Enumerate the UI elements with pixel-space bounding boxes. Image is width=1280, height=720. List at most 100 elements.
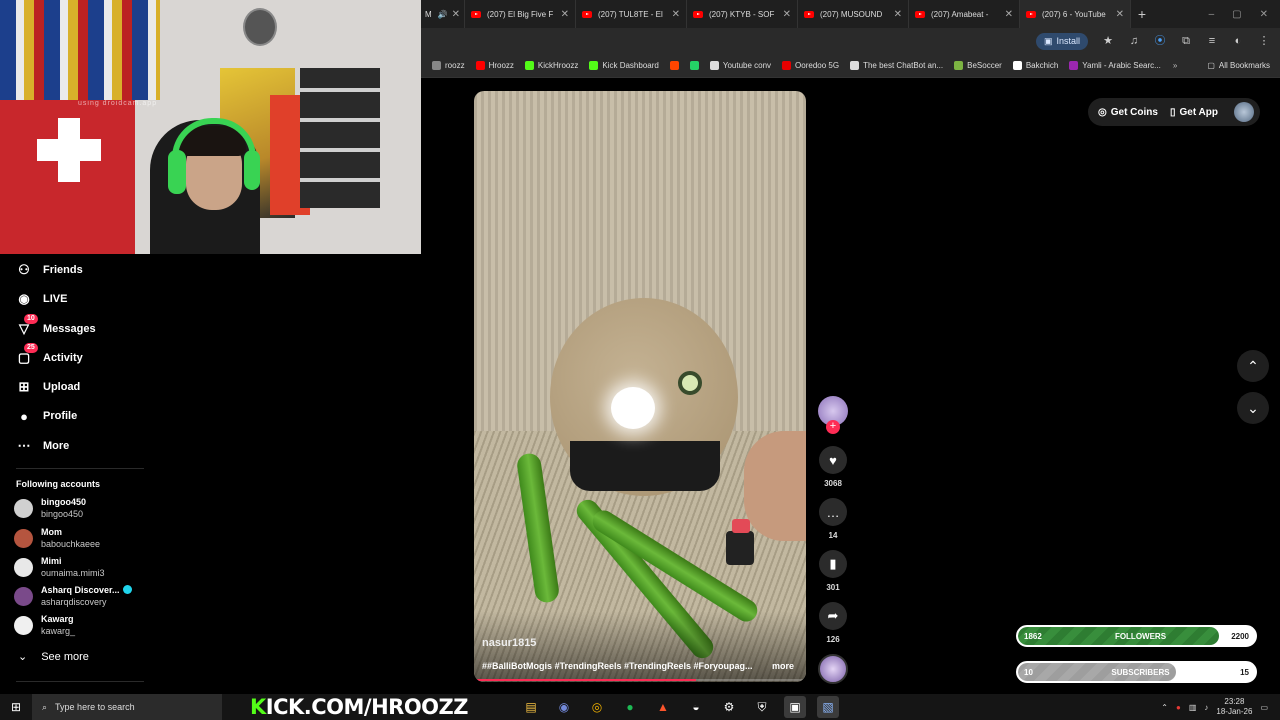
minimize-icon[interactable]: –	[1209, 9, 1215, 20]
bookmark-item[interactable]: roozz	[432, 61, 465, 70]
share-icon[interactable]: ➦	[819, 602, 847, 630]
settings-icon[interactable]: ⚙	[718, 696, 740, 718]
file-explorer-icon[interactable]: ▤	[520, 696, 542, 718]
profile-avatar-icon[interactable]: ◐	[1232, 35, 1244, 47]
brave-icon[interactable]: ▲	[652, 696, 674, 718]
youtube-icon	[582, 10, 592, 18]
bookmark-item[interactable]: Kick Dashboard	[589, 61, 659, 70]
music-extension-icon[interactable]: ♫	[1128, 35, 1140, 47]
close-tab-icon[interactable]: ✕	[783, 9, 791, 20]
network-icon[interactable]: ▥	[1189, 703, 1197, 712]
browser-tab[interactable]: (207) Amabeat - ✕	[909, 0, 1020, 28]
previous-video-button[interactable]: ⌃	[1237, 350, 1269, 382]
spotify-icon[interactable]: ●	[619, 696, 641, 718]
discord-icon[interactable]: ◉	[553, 696, 575, 718]
music-disc-icon[interactable]	[818, 654, 848, 684]
bookmark-item[interactable]	[669, 61, 679, 70]
droidcam-icon[interactable]: ▣	[784, 696, 806, 718]
sidebar-item-activity[interactable]: ▢ 25 Activity	[16, 343, 83, 366]
extensions-icon[interactable]: ⧉	[1180, 35, 1192, 47]
follow-plus-button[interactable]: +	[826, 420, 840, 434]
system-clock[interactable]: 23:28 18-Jan-26	[1216, 697, 1252, 717]
bookmark-item[interactable]: Ooredoo 5G	[782, 61, 839, 70]
close-window-icon[interactable]: ✕	[1260, 9, 1268, 20]
account-name: Mom	[41, 527, 100, 538]
bookmark-label: Bakchich	[1025, 61, 1059, 70]
bookmark-item[interactable]: KickHroozz	[524, 61, 578, 70]
install-app-button[interactable]: ▣ Install	[1035, 32, 1088, 50]
close-tab-icon[interactable]: ✕	[452, 9, 460, 20]
bookmark-favicon-icon	[475, 61, 485, 70]
comment-icon[interactable]: …	[819, 498, 847, 526]
tray-app-icon[interactable]: ●	[1176, 703, 1181, 712]
bookmark-label: The best ChatBot an...	[863, 61, 944, 70]
video-progress-bar[interactable]	[474, 679, 806, 681]
sidebar-item-label: LIVE	[43, 293, 68, 305]
bookmark-item[interactable]	[689, 61, 699, 70]
browser-tab[interactable]: (207) MUSOUND ✕	[798, 0, 909, 28]
following-account[interactable]: bingoo450 bingoo450	[14, 497, 86, 520]
bookmark-item[interactable]: Yamli - Arabic Searc...	[1069, 61, 1161, 70]
browser-tab[interactable]: (207) 6 - YouTube ✕	[1020, 0, 1131, 28]
bookmark-item[interactable]: Youtube conv	[709, 61, 771, 70]
start-button[interactable]: ⊞	[0, 694, 32, 720]
sidebar-item-live[interactable]: ◉ LIVE	[16, 291, 67, 307]
chevron-down-icon: ⌄	[1247, 399, 1259, 416]
volume-icon[interactable]: ♪	[1204, 703, 1208, 712]
app-icon[interactable]: ▧	[817, 696, 839, 718]
bookmarks-overflow-icon[interactable]: »	[1173, 61, 1177, 70]
see-more-button[interactable]: ⌄ See more	[18, 650, 89, 664]
bookmark-item[interactable]: Bakchich	[1012, 61, 1059, 70]
sidebar-item-messages[interactable]: ▽ 10 Messages	[16, 314, 96, 337]
next-video-button[interactable]: ⌄	[1237, 392, 1269, 424]
following-account[interactable]: Asharq Discover... asharqdiscovery	[14, 585, 132, 608]
following-account[interactable]: Kawarg kawarg_	[14, 614, 75, 637]
bookmark-icon[interactable]: ▮	[819, 550, 847, 578]
caption-more-button[interactable]: more	[772, 661, 794, 671]
bookmark-item[interactable]: Hroozz	[475, 61, 514, 70]
following-account[interactable]: Mimi oumaima.mimi3	[14, 556, 105, 579]
sidebar-item-label: Upload	[43, 381, 81, 393]
chrome-icon[interactable]: ◎	[586, 696, 608, 718]
sidebar-item-profile[interactable]: ● Profile	[16, 408, 77, 424]
close-tab-icon[interactable]: ✕	[894, 9, 902, 20]
video-player[interactable]: nasur1815 ##BalliBotMogis #TrendingReels…	[474, 91, 806, 682]
followers-goal-bar: 1862 FOLLOWERS 2200	[1016, 625, 1257, 647]
comment-action[interactable]: … 14	[818, 498, 848, 540]
tray-chevron-icon[interactable]: ⌃	[1161, 703, 1168, 712]
like-action[interactable]: ♥ 3068	[818, 446, 848, 488]
browser-tab[interactable]: (207) El Big Five F ✕	[465, 0, 576, 28]
user-avatar[interactable]	[1234, 102, 1254, 122]
bookmark-item[interactable]: BeSoccer	[954, 61, 1002, 70]
audio-icon[interactable]: 🔊	[438, 10, 448, 19]
sidebar-item-friends[interactable]: ⚇ Friends	[16, 262, 83, 278]
browser-menu-icon[interactable]: ⋮	[1258, 35, 1270, 47]
share-action[interactable]: ➦ 126	[818, 602, 848, 644]
all-bookmarks-button[interactable]: ▢ All Bookmarks	[1207, 61, 1270, 70]
close-tab-icon[interactable]: ✕	[672, 9, 680, 20]
sidebar-item-upload[interactable]: ⊞ Upload	[16, 379, 81, 395]
audio-extension-icon[interactable]: ⦿	[1154, 35, 1166, 47]
restore-icon[interactable]: ▢	[1232, 9, 1241, 20]
new-tab-button[interactable]: +	[1131, 6, 1153, 22]
security-icon[interactable]: ⛨	[751, 696, 773, 718]
following-account[interactable]: Mom babouchkaeee	[14, 527, 100, 550]
get-coins-button[interactable]: ◎ Get Coins	[1098, 107, 1158, 118]
get-app-button[interactable]: ▯ Get App	[1170, 107, 1218, 118]
bookmark-star-icon[interactable]: ★	[1102, 35, 1114, 47]
taskbar-search[interactable]: ⌕ Type here to search	[32, 694, 222, 720]
save-action[interactable]: ▮ 301	[818, 550, 848, 592]
video-author[interactable]: nasur1815	[482, 637, 536, 649]
sidebar-item-more[interactable]: ⋯ More	[16, 438, 70, 454]
notifications-icon[interactable]: ▭	[1260, 703, 1268, 712]
close-tab-icon[interactable]: ✕	[1116, 9, 1124, 20]
obs-icon[interactable]: ◒	[685, 696, 707, 718]
browser-tab[interactable]: (207) KTYB - SOF ✕	[687, 0, 798, 28]
close-tab-icon[interactable]: ✕	[561, 9, 569, 20]
heart-icon[interactable]: ♥	[819, 446, 847, 474]
playlist-icon[interactable]: ≡	[1206, 35, 1218, 47]
close-tab-icon[interactable]: ✕	[1005, 9, 1013, 20]
browser-tab[interactable]: (207) TUL8TE - El ✕	[576, 0, 687, 28]
browser-tab[interactable]: M 🔊 ✕	[421, 0, 465, 28]
bookmark-item[interactable]: The best ChatBot an...	[850, 61, 943, 70]
